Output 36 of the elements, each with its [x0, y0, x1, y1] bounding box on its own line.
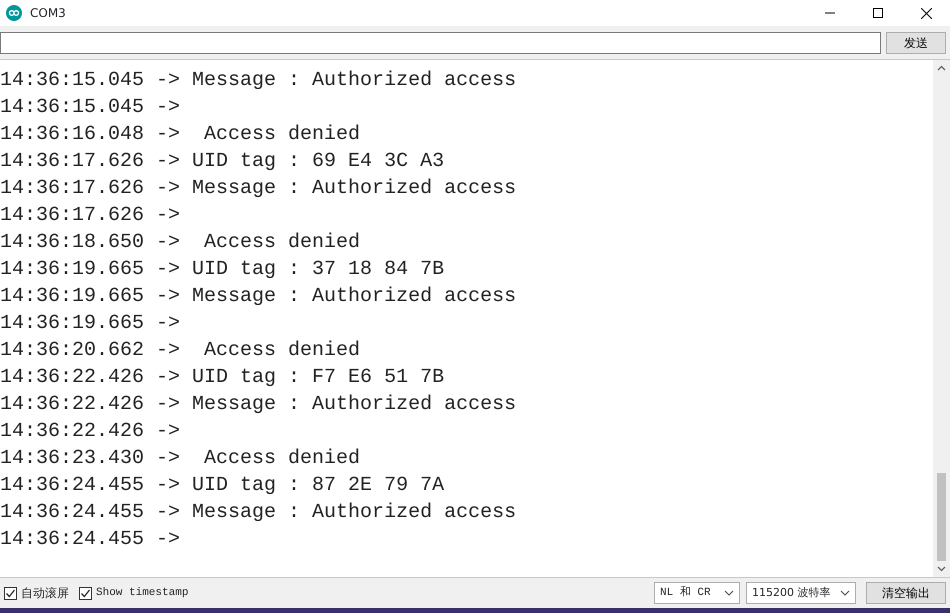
scrollbar-thumb[interactable]	[937, 473, 946, 561]
scroll-down-icon[interactable]	[937, 566, 946, 572]
caret-icon	[724, 590, 734, 596]
log-line: 14:36:16.048 -> Access denied	[0, 122, 360, 148]
log-line: 14:36:19.665 -> UID tag : 37 18 84 7B	[0, 257, 444, 283]
log-line: 14:36:19.665 ->	[0, 311, 182, 337]
caret-icon	[840, 590, 850, 596]
send-button[interactable]: 发送	[886, 32, 946, 54]
log-line: 14:36:24.455 -> UID tag : 87 2E 79 7A	[0, 473, 444, 499]
checkbox[interactable]	[79, 586, 92, 600]
maximize-icon	[873, 8, 883, 18]
log-line: 14:36:22.426 -> Message : Authorized access	[0, 392, 516, 418]
log-line: 14:36:23.430 -> Access denied	[0, 446, 360, 472]
log-line: 14:36:17.626 ->	[0, 203, 182, 229]
log-line: 14:36:24.455 ->	[0, 527, 182, 553]
log-line: 14:36:19.665 -> Message : Authorized access	[0, 284, 516, 310]
dropdown[interactable]: 115200 波特率	[746, 582, 856, 604]
log-line: 14:36:15.045 ->	[0, 95, 182, 121]
log-line: 14:36:22.426 -> UID tag : F7 E6 51 7B	[0, 365, 444, 391]
checkbox-label: 自动滚屏	[21, 585, 69, 602]
checkbox[interactable]	[4, 586, 17, 600]
log-line: 14:36:24.455 -> Message : Authorized access	[0, 500, 516, 526]
checkbox-label: Show timestamp	[96, 586, 188, 601]
app-logo-icon	[6, 5, 22, 21]
input-field[interactable]	[0, 32, 881, 54]
window-title: COM3	[30, 5, 66, 22]
dropdown[interactable]: NL 和 CR	[654, 582, 740, 604]
log-line: 14:36:20.662 -> Access denied	[0, 338, 360, 364]
clear-output-button[interactable]: 清空输出	[866, 582, 946, 604]
log-line: 14:36:17.626 -> UID tag : 69 E4 3C A3	[0, 149, 444, 175]
log-line: 14:36:15.045 -> Message : Authorized access	[0, 68, 516, 94]
log-line: 14:36:22.426 ->	[0, 419, 182, 445]
scroll-up-icon[interactable]	[937, 65, 946, 71]
log-line: 14:36:18.650 -> Access denied	[0, 230, 360, 256]
log-line: 14:36:17.626 -> Message : Authorized access	[0, 176, 516, 202]
close-icon	[920, 8, 932, 18]
